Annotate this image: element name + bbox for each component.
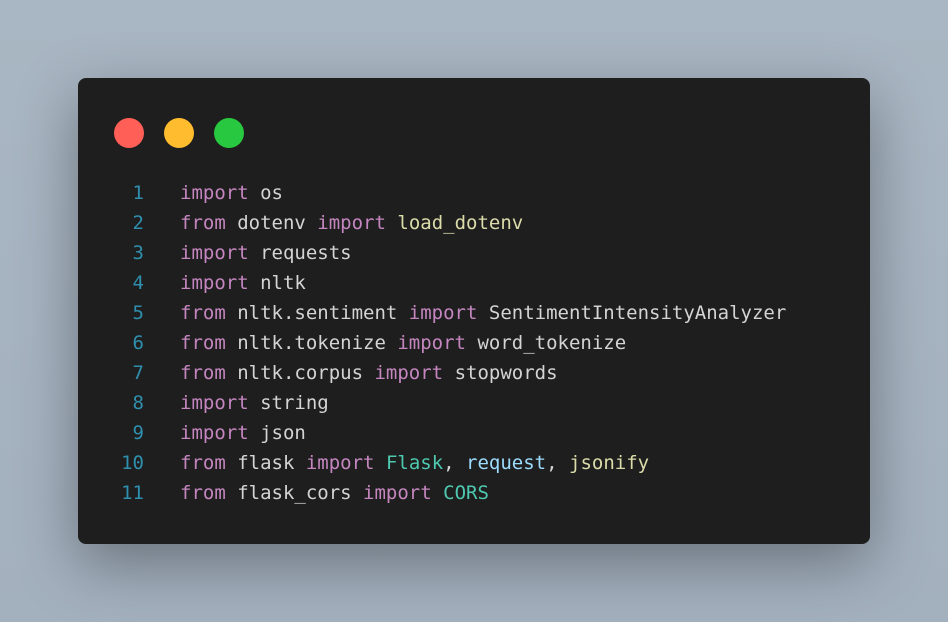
maximize-dot[interactable] [214, 118, 244, 148]
line-number: 5 [132, 302, 144, 324]
line-source: from nltk.sentiment import SentimentInte… [180, 298, 786, 328]
code-token: load_dotenv [397, 212, 524, 234]
line-number: 7 [132, 362, 144, 384]
code-token: nltk.tokenize [225, 332, 398, 354]
line-source: from flask import Flask, request, jsonif… [180, 448, 649, 478]
code-token: os [248, 182, 283, 204]
line-number: 4 [132, 272, 144, 294]
code-line: 6 from nltk.tokenize import word_tokenize [78, 328, 870, 358]
line-number: 2 [132, 212, 144, 234]
code-line: 2 from dotenv import load_dotenv [78, 208, 870, 238]
code-token: from [180, 482, 226, 504]
code-token: dotenv [225, 212, 318, 234]
line-source: from dotenv import load_dotenv [180, 208, 523, 238]
code-line: 9 import json [78, 418, 870, 448]
code-token: , [546, 452, 569, 474]
code-line: 10 from flask import Flask, request, json… [78, 448, 870, 478]
line-source: from flask_cors import CORS [180, 478, 489, 508]
code-token: from [180, 302, 226, 324]
code-token: CORS [443, 482, 489, 504]
code-line: 1 import os [78, 178, 870, 208]
code-token: nltk.corpus [225, 362, 375, 384]
code-line: 7 from nltk.corpus import stopwords [78, 358, 870, 388]
code-token: , [443, 452, 467, 474]
code-token: nltk [248, 272, 306, 294]
code-line: 5 from nltk.sentiment import SentimentInt… [78, 298, 870, 328]
line-number: 1 [132, 182, 144, 204]
code-line: 3 import requests [78, 238, 870, 268]
code-token: stopwords [443, 362, 558, 384]
line-number: 3 [132, 242, 144, 264]
code-token: nltk.sentiment [225, 302, 409, 324]
code-token: flask [225, 452, 306, 474]
code-line: 8 import string [78, 388, 870, 418]
code-token: import [305, 452, 375, 474]
line-source: import string [180, 388, 329, 418]
line-source: from nltk.corpus import stopwords [180, 358, 558, 388]
code-token: request [466, 452, 547, 474]
code-token: flask_cors [225, 482, 364, 504]
line-source: from nltk.tokenize import word_tokenize [180, 328, 626, 358]
code-token: json [248, 422, 306, 444]
code-token: import [317, 212, 386, 234]
code-token: string [248, 392, 329, 414]
code-window: 1 import os 2 from dotenv import load_doten… [78, 78, 870, 544]
code-token: import [363, 482, 432, 504]
code-token: import [374, 362, 444, 384]
code-token: import [180, 422, 249, 444]
line-number: 8 [132, 392, 144, 414]
line-source: import json [180, 418, 306, 448]
line-number: 6 [132, 332, 144, 354]
code-token: from [180, 452, 226, 474]
minimize-dot[interactable] [164, 118, 194, 148]
code-token: SentimentIntensityAnalyzer [477, 302, 787, 324]
line-number: 10 [121, 452, 144, 474]
code-line: 4 import nltk [78, 268, 870, 298]
code-token: import [180, 392, 249, 414]
code-token: from [180, 362, 226, 384]
code-line: 11 from flask_cors import CORS [78, 478, 870, 508]
code-token: import [180, 242, 249, 264]
code-token: import [408, 302, 478, 324]
code-token: from [180, 212, 226, 234]
code-token: import [180, 182, 249, 204]
code-token: word_tokenize [466, 332, 627, 354]
line-number: 9 [132, 422, 144, 444]
code-block: 1 import os 2 from dotenv import load_doten… [78, 178, 870, 508]
code-token: import [180, 272, 249, 294]
line-number: 11 [121, 482, 144, 504]
line-source: import nltk [180, 268, 306, 298]
line-source: import requests [180, 238, 352, 268]
window-controls [114, 118, 244, 148]
line-source: import os [180, 178, 283, 208]
close-dot[interactable] [114, 118, 144, 148]
code-token: from [180, 332, 226, 354]
code-token: import [397, 332, 466, 354]
code-token: jsonify [569, 452, 650, 474]
code-token: requests [248, 242, 352, 264]
code-token: Flask [385, 452, 444, 474]
